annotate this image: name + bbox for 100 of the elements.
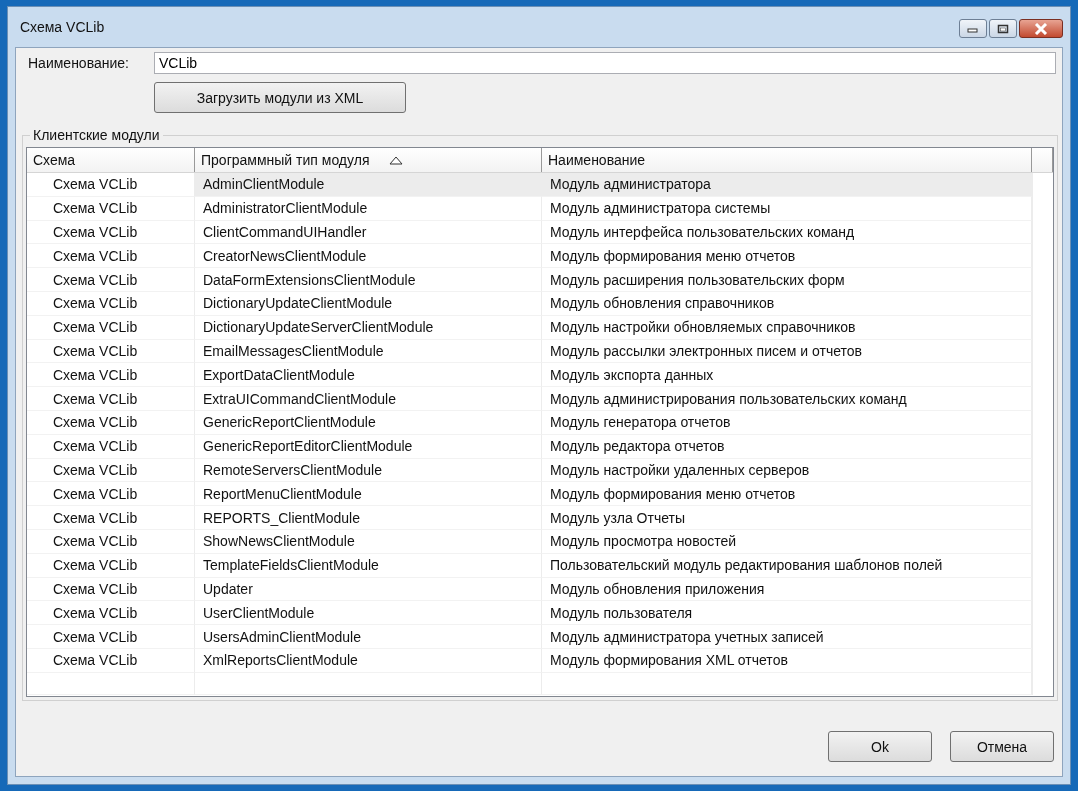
table-row[interactable]: Схема VCLib DataFormExtensionsClientModule Модуль расширения пользовательских форм	[27, 268, 1033, 292]
table-cell: Модуль настройки обновляемых справочников	[542, 315, 1032, 340]
table-row[interactable]: Схема VCLib CreatorNewsClientModule Модуль формирования меню отчетов	[27, 244, 1033, 269]
table-cell: Схема VCLib	[27, 244, 195, 269]
table-cell: Схема VCLib	[27, 339, 195, 364]
table-cell: Модуль обновления приложения	[542, 577, 1032, 602]
dialog-button[interactable]: Ok	[828, 731, 932, 762]
table-cell: Схема VCLib	[27, 482, 195, 507]
table-cell: ExportDataClientModule	[195, 363, 542, 388]
table-cell: Модуль администратора учетных записей	[542, 625, 1032, 649]
table-cell: Схема VCLib	[27, 292, 195, 316]
table-cell: Схема VCLib	[27, 410, 195, 435]
table-cell: Схема VCLib	[27, 434, 195, 459]
table-cell: Схема VCLib	[27, 625, 195, 649]
table-cell: Схема VCLib	[27, 577, 195, 602]
minimize-button[interactable]	[959, 19, 987, 38]
table-cell: Модуль формирования XML отчетов	[542, 648, 1032, 673]
table-cell: Модуль интерфейса пользовательских команд	[542, 220, 1032, 245]
table-row[interactable]: Схема VCLib ClientCommandUIHandler Модуль интерфейса пользовательских команд	[27, 220, 1033, 245]
table-cell: ExtraUICommandClientModule	[195, 387, 542, 411]
table-cell: CreatorNewsClientModule	[195, 244, 542, 269]
table-cell: Модуль формирования меню отчетов	[542, 482, 1032, 507]
name-field[interactable]: VCLib	[154, 52, 1056, 74]
table-cell: DictionaryUpdateServerClientModule	[195, 315, 542, 340]
table-cell: XmlReportsClientModule	[195, 648, 542, 673]
table-row[interactable]: Схема VCLib TemplateFieldsClientModule Пользовательский модуль редактирования шаблонов полей	[27, 553, 1033, 578]
table-row[interactable]: Схема VCLib GenericReportEditorClientModule Модуль редактора отчетов	[27, 434, 1033, 459]
table-cell: Схема VCLib	[27, 458, 195, 483]
table-row[interactable]: Схема VCLib Updater Модуль обновления приложения	[27, 577, 1033, 602]
table-cell: Модуль администрирования пользовательских команд	[542, 387, 1032, 411]
table-cell: Схема VCLib	[27, 529, 195, 554]
table-cell: Пользовательский модуль редактирования шаблонов полей	[542, 553, 1032, 578]
table-row[interactable]: Схема VCLib UsersAdminClientModule Модуль администратора учетных записей	[27, 625, 1033, 649]
table-cell: Схема VCLib	[27, 506, 195, 530]
header-filler	[1032, 148, 1053, 172]
table-cell: Схема VCLib	[27, 196, 195, 221]
table-cell: TemplateFieldsClientModule	[195, 553, 542, 578]
table-cell: Схема VCLib	[27, 268, 195, 292]
name-label: Наименование:	[27, 55, 130, 71]
table-cell: Схема VCLib	[27, 553, 195, 578]
table-cell: DictionaryUpdateClientModule	[195, 292, 542, 316]
table-cell: GenericReportEditorClientModule	[195, 434, 542, 459]
table-cell: ShowNewsClientModule	[195, 529, 542, 554]
table-cell: Модуль генератора отчетов	[542, 410, 1032, 435]
table-row[interactable]: Схема VCLib REPORTS_ClientModule Модуль узла Отчеты	[27, 506, 1033, 530]
table-row[interactable]: Схема VCLib AdminClientModule Модуль администратора	[27, 173, 1033, 197]
table-row[interactable]: Схема VCLib XmlReportsClientModule Модуль формирования XML отчетов	[27, 648, 1033, 673]
table-cell: Модуль расширения пользовательских форм	[542, 268, 1032, 292]
table-cell: Модуль узла Отчеты	[542, 506, 1032, 530]
table-row[interactable]: Схема VCLib UserClientModule Модуль пользователя	[27, 601, 1033, 626]
table-cell: Модуль администратора системы	[542, 196, 1032, 221]
table-row[interactable]: Схема VCLib DictionaryUpdateServerClientModule Модуль настройки обновляемых справочников	[27, 315, 1033, 340]
column-header[interactable]: Наименование	[542, 148, 1032, 172]
load-modules-button[interactable]: Загрузить модули из XML	[154, 82, 406, 113]
table-cell: Схема VCLib	[27, 315, 195, 340]
table-cell: Схема VCLib	[27, 601, 195, 626]
column-header[interactable]: Схема	[27, 148, 195, 172]
table-row[interactable]: Схема VCLib ExtraUICommandClientModule Модуль администрирования пользовательских команд	[27, 387, 1033, 411]
table-cell: EmailMessagesClientModule	[195, 339, 542, 364]
column-header[interactable]: Программный тип модуля	[195, 148, 542, 172]
table-cell: Схема VCLib	[27, 173, 195, 197]
table-cell: RemoteServersClientModule	[195, 458, 542, 483]
table-cell: Модуль просмотра новостей	[542, 529, 1032, 554]
table-row[interactable]: Схема VCLib ShowNewsClientModule Модуль просмотра новостей	[27, 529, 1033, 554]
table-row[interactable]: Схема VCLib EmailMessagesClientModule Модуль рассылки электронных писем и отчетов	[27, 339, 1033, 364]
table-cell: Модуль редактора отчетов	[542, 434, 1032, 459]
table-cell: UsersAdminClientModule	[195, 625, 542, 649]
table-row[interactable]: Схема VCLib ReportMenuClientModule Модуль формирования меню отчетов	[27, 482, 1033, 507]
table-cell: Updater	[195, 577, 542, 602]
table-cell: GenericReportClientModule	[195, 410, 542, 435]
table-row[interactable]: Схема VCLib RemoteServersClientModule Модуль настройки удаленных серверов	[27, 458, 1033, 483]
table-cell: Схема VCLib	[27, 220, 195, 245]
table-cell: AdminClientModule	[195, 173, 542, 197]
table-cell: Модуль рассылки электронных писем и отчетов	[542, 339, 1032, 364]
table-row[interactable]: Схема VCLib AdministratorClientModule Модуль администратора системы	[27, 196, 1033, 221]
table-cell: Модуль настройки удаленных серверов	[542, 458, 1032, 483]
table-cell: AdministratorClientModule	[195, 196, 542, 221]
table-row[interactable]: Схема VCLib ExportDataClientModule Модуль экспорта данных	[27, 363, 1033, 388]
table-cell: ClientCommandUIHandler	[195, 220, 542, 245]
table-row[interactable]: Схема VCLib GenericReportClientModule Модуль генератора отчетов	[27, 410, 1033, 435]
table-cell: Модуль обновления справочников	[542, 292, 1032, 316]
table-cell: DataFormExtensionsClientModule	[195, 268, 542, 292]
maximize-icon	[997, 23, 1009, 34]
table-cell: Модуль формирования меню отчетов	[542, 244, 1032, 269]
table-cell: UserClientModule	[195, 601, 542, 626]
table-cell: Схема VCLib	[27, 387, 195, 411]
table-cell: REPORTS_ClientModule	[195, 506, 542, 530]
table-cell: Схема VCLib	[27, 648, 195, 673]
close-icon	[1034, 22, 1048, 35]
table-cell: Схема VCLib	[27, 363, 195, 388]
group-title: Клиентские модули	[32, 127, 161, 143]
close-button[interactable]	[1019, 19, 1063, 38]
maximize-button[interactable]	[989, 19, 1017, 38]
table-cell: ReportMenuClientModule	[195, 482, 542, 507]
table-row[interactable]: Схема VCLib DictionaryUpdateClientModule Модуль обновления справочников	[27, 292, 1033, 316]
dialog-button[interactable]: Отмена	[950, 731, 1054, 762]
table-cell: Модуль экспорта данных	[542, 363, 1032, 388]
window-title: Схема VCLib	[19, 19, 105, 35]
table-cell: Модуль администратора	[542, 173, 1032, 197]
table-cell: Модуль пользователя	[542, 601, 1032, 626]
